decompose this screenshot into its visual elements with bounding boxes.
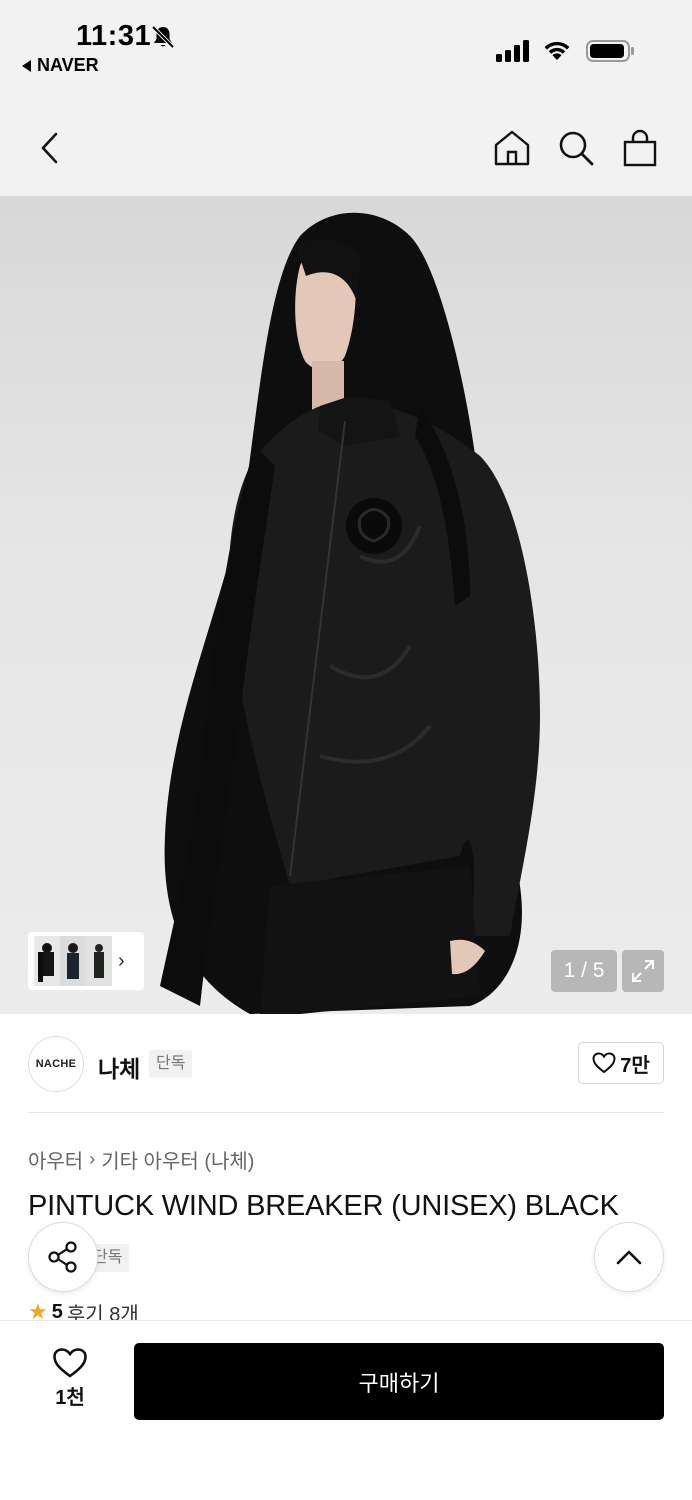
home-icon	[494, 130, 530, 166]
top-nav-bar	[0, 96, 692, 196]
brand-like-count: 7만	[620, 1054, 650, 1077]
cart-button[interactable]	[618, 126, 662, 170]
thumbnail-strip[interactable]: ›	[28, 932, 144, 990]
breadcrumb: 아우터 › 기타 아우터 (나체)	[28, 1145, 254, 1174]
status-bar: 11:31 NAVER	[0, 0, 692, 96]
breadcrumb-item-other-outer[interactable]: 기타 아우터 (나체)	[101, 1145, 254, 1174]
brand-name[interactable]: 나체	[98, 1050, 140, 1084]
thumbnail-2[interactable]	[60, 936, 86, 986]
back-button[interactable]	[28, 126, 72, 170]
expand-button[interactable]	[622, 950, 664, 992]
status-time: 11:31	[76, 20, 152, 52]
home-button[interactable]	[490, 126, 534, 170]
brand-like-button[interactable]: 7만	[578, 1042, 664, 1084]
shopping-bag-icon	[623, 129, 657, 167]
scroll-to-top-button[interactable]	[594, 1222, 664, 1292]
back-arrow-icon	[41, 132, 58, 164]
bottom-action-bar: 1천 구매하기	[0, 1320, 692, 1500]
brand-logo[interactable]: NACHE	[28, 1036, 84, 1092]
heart-icon	[53, 1348, 87, 1378]
buy-button[interactable]: 구매하기	[134, 1343, 664, 1420]
wishlist-button[interactable]: 1천	[40, 1347, 100, 1411]
wishlist-count: 1천	[55, 1387, 85, 1409]
thumbnail-1[interactable]	[34, 936, 60, 986]
chevron-up-icon	[616, 1250, 642, 1265]
breadcrumb-item-outer[interactable]: 아우터	[28, 1145, 83, 1174]
product-photo	[160, 212, 541, 1014]
product-title: PINTUCK WIND BREAKER (UNISEX) BLACK	[28, 1190, 619, 1222]
thumbnail-3[interactable]	[86, 936, 112, 986]
product-image-gallery[interactable]: › 1 / 5	[0, 196, 692, 1014]
exclusive-badge: 단독	[149, 1050, 193, 1078]
brand-row: NACHE 나체 단독 7만	[28, 1036, 664, 1094]
image-counter: 1 / 5	[551, 950, 617, 992]
back-app-label: NAVER	[37, 55, 99, 75]
heart-icon	[592, 1052, 616, 1074]
chevron-right-icon: ›	[89, 1149, 96, 1169]
share-button[interactable]	[28, 1222, 98, 1292]
expand-icon	[632, 960, 654, 982]
wifi-icon	[544, 41, 570, 60]
search-button[interactable]	[554, 126, 598, 170]
bell-off-icon	[151, 25, 175, 49]
back-to-app-link[interactable]: NAVER	[22, 55, 99, 76]
thumbnail-next-chevron-icon[interactable]: ›	[118, 950, 125, 973]
cellular-signal-icon	[496, 40, 529, 62]
search-icon	[559, 131, 594, 166]
back-triangle-icon	[22, 59, 31, 72]
share-icon	[48, 1241, 77, 1273]
divider	[28, 1112, 664, 1113]
battery-icon	[586, 40, 634, 62]
